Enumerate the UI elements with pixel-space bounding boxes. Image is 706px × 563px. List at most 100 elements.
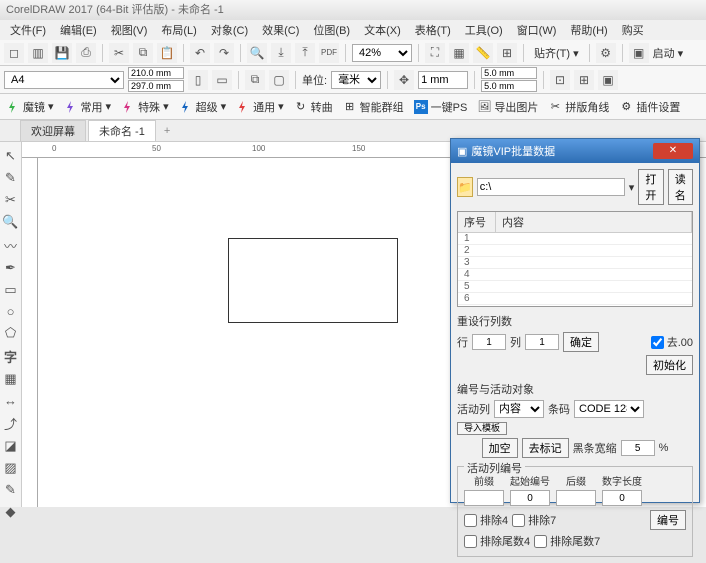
suffix-input[interactable] — [556, 490, 596, 506]
cols-input[interactable] — [525, 334, 559, 350]
ext4-checkbox[interactable] — [464, 535, 477, 548]
nudge-input[interactable] — [418, 71, 468, 89]
redo-icon[interactable]: ↷ — [214, 43, 234, 63]
transparency-tool-icon[interactable]: ▨ — [2, 460, 20, 476]
launch-icon[interactable]: ▣ — [629, 43, 649, 63]
active-col-select[interactable]: 内容 — [494, 400, 544, 418]
dimension-tool-icon[interactable]: ↔ — [2, 393, 20, 408]
import-template-button[interactable]: 导入模板 — [457, 422, 507, 435]
page-size-select[interactable]: A4 — [4, 71, 124, 89]
crop-tool-icon[interactable]: ✂ — [2, 192, 20, 208]
init-button[interactable]: 初始化 — [646, 355, 693, 375]
ruler-icon[interactable]: 📏 — [473, 43, 493, 63]
barcode-select[interactable]: CODE 128 — [574, 400, 644, 418]
plug-settings[interactable]: ⚙插件设置 — [619, 99, 680, 115]
open-button[interactable]: 打开 — [638, 169, 663, 205]
menu-effect[interactable]: 效果(C) — [256, 20, 305, 40]
menu-file[interactable]: 文件(F) — [4, 20, 52, 40]
open-icon[interactable]: ▥ — [28, 43, 48, 63]
menu-edit[interactable]: 编辑(E) — [54, 20, 103, 40]
menu-window[interactable]: 窗口(W) — [511, 20, 563, 40]
table-row[interactable]: 2 — [458, 245, 692, 257]
menu-object[interactable]: 对象(C) — [205, 20, 254, 40]
menu-table[interactable]: 表格(T) — [409, 20, 457, 40]
misc2-icon[interactable]: ⊞ — [574, 70, 594, 90]
plug-special[interactable]: 特殊 ▾ — [121, 99, 169, 115]
plug-imposition[interactable]: ✂拼版角线 — [548, 99, 609, 115]
rectangle-shape[interactable] — [228, 238, 398, 323]
cut-icon[interactable]: ✂ — [109, 43, 129, 63]
plug-export[interactable]: 🖼导出图片 — [477, 99, 538, 115]
ext7-checkbox[interactable] — [534, 535, 547, 548]
menu-text[interactable]: 文本(X) — [358, 20, 407, 40]
freehand-tool-icon[interactable]: 〰 — [2, 236, 20, 254]
fullscreen-icon[interactable]: ⛶ — [425, 43, 445, 63]
numbering-button[interactable]: 编号 — [650, 510, 686, 530]
curpage-icon[interactable]: ▢ — [269, 70, 289, 90]
menu-help[interactable]: 帮助(H) — [564, 20, 613, 40]
print-icon[interactable]: ⎙ — [76, 43, 96, 63]
copy-icon[interactable]: ⧉ — [133, 43, 153, 63]
grid-icon[interactable]: ▦ — [449, 43, 469, 63]
menu-bitmap[interactable]: 位图(B) — [307, 20, 356, 40]
menu-tools[interactable]: 工具(O) — [459, 20, 509, 40]
artistic-tool-icon[interactable]: ✒ — [2, 260, 20, 276]
fill-tool-icon[interactable]: ◆ — [2, 504, 20, 520]
remove00-checkbox[interactable] — [651, 336, 664, 349]
table-row[interactable]: 4 — [458, 269, 692, 281]
menu-buy[interactable]: 购买 — [616, 20, 650, 40]
pdf-icon[interactable]: PDF — [319, 43, 339, 63]
dup-x-input[interactable] — [481, 67, 537, 79]
paste-icon[interactable]: 📋 — [157, 43, 177, 63]
tab-document[interactable]: 未命名 -1 — [88, 120, 156, 141]
page-width-input[interactable] — [128, 67, 184, 79]
polygon-tool-icon[interactable]: ⬠ — [2, 325, 20, 341]
demark-button[interactable]: 去标记 — [522, 438, 569, 458]
table-row[interactable]: 5 — [458, 281, 692, 293]
table-row[interactable]: 1 — [458, 233, 692, 245]
confirm-button[interactable]: 确定 — [563, 332, 599, 352]
dropshadow-tool-icon[interactable]: ◪ — [2, 438, 20, 454]
plug-super[interactable]: 超级 ▾ — [179, 99, 227, 115]
plug-general[interactable]: 通用 ▾ — [236, 99, 284, 115]
page-height-input[interactable] — [128, 80, 184, 92]
plug-common[interactable]: 常用 ▾ — [64, 99, 112, 115]
table-row[interactable]: 6 — [458, 293, 692, 305]
start-input[interactable] — [510, 490, 550, 506]
tab-welcome[interactable]: 欢迎屏幕 — [20, 120, 86, 141]
data-table[interactable]: 序号 内容 1 2 3 4 5 6 7 — [457, 211, 693, 307]
save-icon[interactable]: 💾 — [52, 43, 72, 63]
rows-input[interactable] — [472, 334, 506, 350]
table-row[interactable]: 3 — [458, 257, 692, 269]
portrait-icon[interactable]: ▯ — [188, 70, 208, 90]
pick-tool-icon[interactable]: ↖ — [2, 148, 20, 164]
rectangle-tool-icon[interactable]: ▭ — [2, 282, 20, 298]
path-input[interactable] — [477, 178, 625, 196]
plug-mojing[interactable]: 魔镜 ▾ — [6, 99, 54, 115]
add-blank-button[interactable]: 加空 — [482, 438, 518, 458]
zoom-select[interactable]: 42% — [352, 44, 412, 62]
guide-icon[interactable]: ⊞ — [497, 43, 517, 63]
dialog-titlebar[interactable]: ▣魔镜VIP批量数据 ✕ — [451, 139, 699, 163]
snap-dropdown[interactable]: 贴齐(T) ▾ — [530, 45, 583, 61]
text-tool-icon[interactable]: 字 — [2, 347, 20, 365]
menu-layout[interactable]: 布局(L) — [155, 20, 202, 40]
misc1-icon[interactable]: ⊡ — [550, 70, 570, 90]
connector-tool-icon[interactable]: ⤴ — [2, 414, 20, 432]
eyedropper-tool-icon[interactable]: ✎ — [2, 482, 20, 498]
options-icon[interactable]: ⚙ — [596, 43, 616, 63]
close-icon[interactable]: ✕ — [653, 143, 693, 159]
ellipse-tool-icon[interactable]: ○ — [2, 304, 20, 319]
folder-icon[interactable]: 📁 — [457, 177, 473, 197]
export-icon[interactable]: ⤒ — [295, 43, 315, 63]
shape-tool-icon[interactable]: ✎ — [2, 170, 20, 186]
tab-add[interactable]: + — [158, 123, 176, 139]
ex4-checkbox[interactable] — [464, 514, 477, 527]
plug-tocurve[interactable]: ↻转曲 — [294, 99, 333, 115]
zoom-tool-icon[interactable]: 🔍 — [2, 214, 20, 230]
dup-y-input[interactable] — [481, 80, 537, 92]
launch-dropdown[interactable]: 启动 ▾ — [653, 45, 684, 61]
undo-icon[interactable]: ↶ — [190, 43, 210, 63]
prefix-input[interactable] — [464, 490, 504, 506]
table-row[interactable]: 7 — [458, 305, 692, 307]
